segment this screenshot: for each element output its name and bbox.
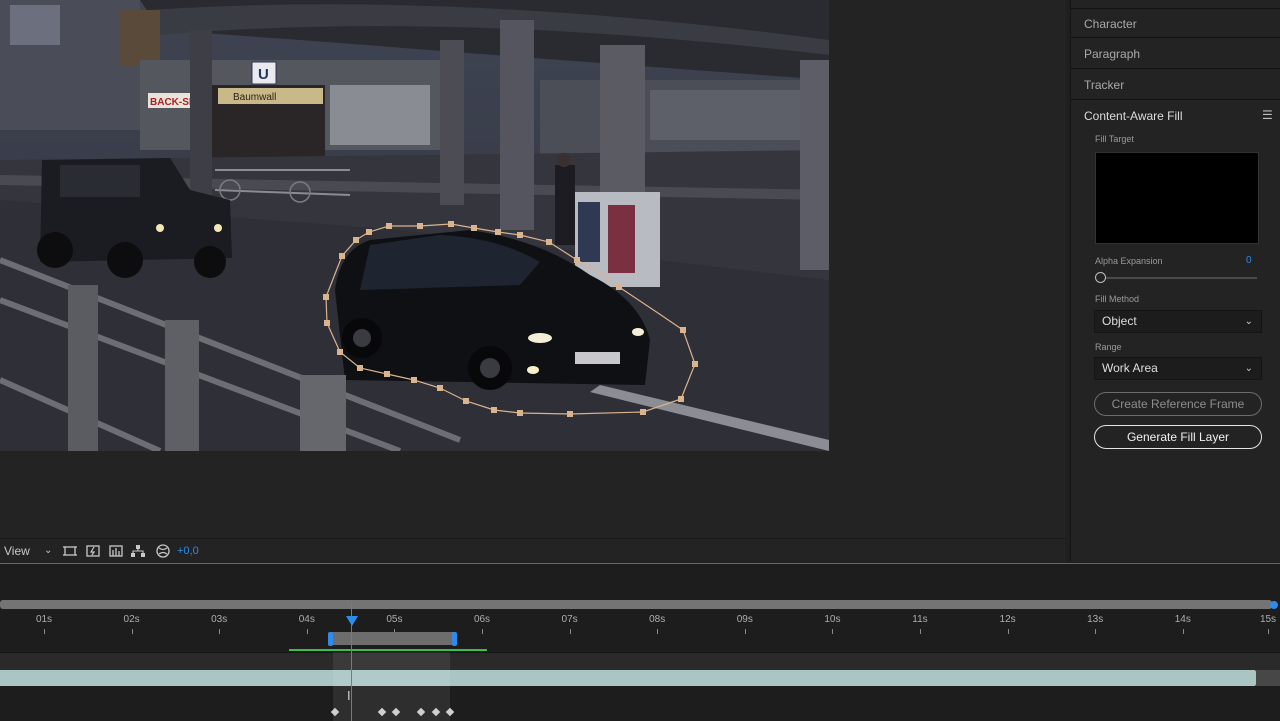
time-tick-label: 09s	[736, 614, 753, 625]
time-tick-label: 04s	[298, 614, 315, 625]
time-tick-label: 02s	[123, 614, 140, 625]
time-tick-mark	[219, 629, 221, 634]
composition-frame[interactable]: Baumwall BACK-SH U	[0, 0, 829, 451]
layer-track-empty	[1256, 670, 1280, 686]
time-tick-mark	[569, 629, 571, 634]
time-tick-label: 03s	[211, 614, 228, 625]
alpha-expansion-slider-handle[interactable]	[1095, 272, 1106, 283]
time-navigator-bar[interactable]	[0, 600, 1272, 609]
generate-fill-layer-button[interactable]: Generate Fill Layer	[1094, 425, 1262, 449]
time-tick-label: 06s	[473, 614, 491, 625]
fill-method-label: Fill Method	[1095, 294, 1140, 304]
time-tick-mark	[744, 629, 746, 634]
create-reference-frame-button[interactable]: Create Reference Frame	[1094, 392, 1262, 416]
time-tick-mark	[131, 629, 133, 634]
fill-method-dropdown[interactable]: Object ⌄	[1094, 310, 1262, 333]
time-tick-mark	[306, 629, 308, 634]
cache-indicator-line	[289, 649, 487, 651]
region-of-interest-icon[interactable]	[62, 543, 78, 559]
ibeam-cursor-icon: I	[347, 688, 351, 703]
composition-viewer[interactable]: Baumwall BACK-SH U	[0, 0, 1066, 538]
time-tick-mark	[44, 629, 45, 634]
tab-tracker[interactable]: Tracker	[1071, 70, 1280, 100]
time-tick-label: 15s	[1259, 614, 1277, 625]
playhead-handle[interactable]	[346, 616, 358, 626]
range-dropdown[interactable]: Work Area ⌄	[1094, 357, 1262, 380]
time-tick-label: 01s	[35, 614, 53, 625]
time-tick-mark	[482, 629, 483, 634]
exposure-value[interactable]: +0,0	[177, 545, 199, 557]
range-value: Work Area	[1102, 361, 1158, 375]
hamburger-menu-icon[interactable]: ☰	[1262, 108, 1273, 122]
channel-icon[interactable]	[108, 543, 124, 559]
layer-track-top	[0, 652, 1280, 670]
content-aware-fill-header: Content-Aware Fill ☰	[1071, 102, 1280, 130]
time-tick-label: 08s	[649, 614, 666, 625]
time-navigator-end-handle[interactable]	[1270, 601, 1278, 609]
time-tick-label: 12s	[999, 614, 1016, 625]
time-tick-label: 05s	[386, 614, 403, 625]
time-tick-label: 13s	[1087, 614, 1104, 625]
timeline-panel[interactable]: 01s 02s 03s 04s 05s 06s 07s 08s 09s 10s 11s 12s 13s 1…	[0, 563, 1280, 721]
snapshot-icon[interactable]	[85, 543, 101, 559]
time-tick-mark	[832, 629, 834, 634]
flowchart-icon[interactable]	[130, 543, 146, 559]
mask-vertices[interactable]	[323, 221, 698, 417]
work-area-start-handle[interactable]	[328, 632, 333, 646]
view-dropdown[interactable]: View	[4, 544, 30, 558]
chevron-down-icon: ⌄	[1244, 316, 1253, 327]
range-label: Range	[1095, 342, 1122, 352]
fill-target-label: Fill Target	[1095, 134, 1134, 144]
fill-method-value: Object	[1102, 314, 1137, 328]
work-area-bar[interactable]	[330, 632, 456, 645]
alpha-expansion-label: Alpha Expansion	[1095, 256, 1163, 266]
layer-duration-bar[interactable]	[0, 670, 1256, 686]
mask-path-overlay[interactable]	[0, 0, 829, 451]
alpha-expansion-slider[interactable]	[1101, 277, 1257, 279]
tab-paragraph[interactable]: Paragraph	[1071, 39, 1280, 69]
time-tick-label: 11s	[912, 614, 928, 625]
content-aware-fill-title: Content-Aware Fill	[1084, 109, 1183, 123]
time-ruler[interactable]: 01s 02s 03s 04s 05s 06s 07s 08s 09s 10s 11s 12s 13s 1…	[0, 610, 1280, 634]
tab-character[interactable]: Character	[1071, 8, 1280, 38]
time-tick-mark	[1007, 629, 1009, 634]
time-tick-mark	[1182, 629, 1184, 634]
time-tick-label: 10s	[824, 614, 841, 625]
time-tick-mark	[1095, 629, 1097, 634]
fill-target-preview	[1095, 152, 1259, 244]
work-area-end-handle[interactable]	[452, 632, 457, 646]
time-tick-label: 14s	[1174, 614, 1191, 625]
time-tick-mark	[1268, 629, 1269, 634]
alpha-expansion-value[interactable]: 0	[1246, 255, 1252, 266]
reset-exposure-icon[interactable]	[155, 543, 171, 559]
viewer-toolbar: View ⌄ +0,0	[0, 538, 1066, 563]
right-panel: Character Paragraph Tracker Content-Awar…	[1070, 0, 1280, 562]
time-tick-mark	[920, 629, 921, 634]
time-tick-mark	[657, 629, 659, 634]
chevron-down-icon: ⌄	[1244, 363, 1253, 374]
chevron-down-icon[interactable]: ⌄	[44, 545, 52, 556]
time-tick-label: 07s	[561, 614, 578, 625]
